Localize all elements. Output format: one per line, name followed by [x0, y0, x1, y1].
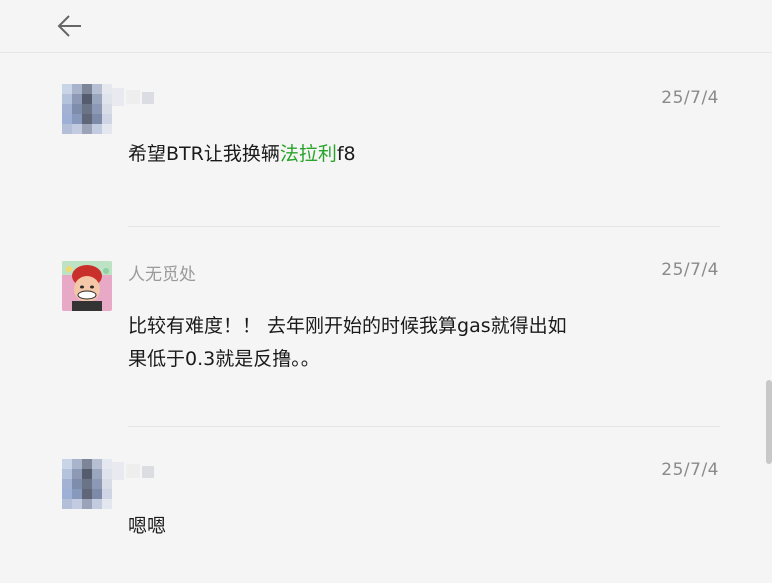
blurred-username: [112, 462, 154, 480]
comment-text: 希望BTR让我换辆法拉利f8: [128, 138, 618, 171]
arrow-left-icon: [57, 15, 81, 37]
comment-username[interactable]: 人无觅处: [128, 260, 196, 285]
comment-text-line: 果低于0.3就是反撸。。: [128, 348, 320, 370]
avatar[interactable]: [62, 84, 112, 134]
comment-date: 25/7/4: [661, 88, 719, 108]
comment-text-part: 希望BTR让我换辆: [128, 143, 280, 165]
cartoon-avatar-image: [62, 261, 112, 311]
divider: [128, 426, 720, 427]
back-button[interactable]: [54, 10, 86, 42]
comment-text-line: 比较有难度！！ 去年刚开始的时候我算gas就得出如: [128, 315, 567, 337]
comment-date: 25/7/4: [661, 460, 719, 480]
comment-text-part: f8: [336, 143, 356, 165]
comment-text: 嗯嗯: [128, 515, 167, 537]
comment-date: 25/7/4: [661, 260, 719, 280]
comment-text: 比较有难度！！ 去年刚开始的时候我算gas就得出如 果低于0.3就是反撸。。: [128, 310, 618, 376]
pixelated-avatar-image: [62, 459, 112, 509]
pixelated-avatar-image: [62, 84, 112, 134]
divider: [128, 226, 720, 227]
scrollbar[interactable]: [766, 380, 772, 464]
blurred-username: [112, 88, 154, 106]
top-bar: [0, 0, 772, 53]
avatar[interactable]: [62, 261, 112, 311]
avatar[interactable]: [62, 459, 112, 509]
comment-thread-page: 25/7/4 希望BTR让我换辆法拉利f8 人无觅处 25/7/4 比较有难度！…: [0, 0, 772, 583]
keyword-link[interactable]: 法拉利: [280, 143, 337, 165]
